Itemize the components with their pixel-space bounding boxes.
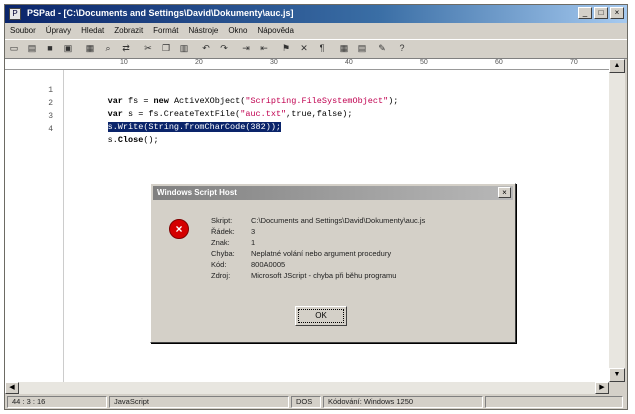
status-syntax: JavaScript — [109, 396, 289, 408]
scroll-left-icon[interactable]: ◀ — [5, 382, 19, 394]
dialog-title: Windows Script Host — [157, 188, 237, 197]
status-position: 44 : 3 : 16 — [7, 396, 107, 408]
saveall-icon[interactable]: ▣ — [63, 43, 73, 53]
menu-napoveda[interactable]: Nápověda — [252, 24, 298, 38]
cut-icon[interactable]: ✂ — [143, 43, 153, 53]
field-label: Znak: — [211, 238, 230, 247]
horizontal-scrollbar[interactable]: ◀ ▶ — [5, 382, 609, 394]
ruler-mark: 70 — [570, 59, 578, 66]
indent-icon[interactable]: ⇥ — [241, 43, 251, 53]
code-token: s. — [107, 135, 118, 145]
field-value: 3 — [251, 227, 256, 236]
copy-icon[interactable]: ❐ — [161, 43, 171, 53]
field-label: Skript: — [211, 216, 233, 225]
save-icon[interactable]: ■ — [45, 43, 55, 53]
delete-icon[interactable]: ✕ — [299, 43, 309, 53]
vertical-scrollbar[interactable]: ▲ ▼ — [609, 59, 625, 382]
settings-icon[interactable]: ▦ — [339, 43, 349, 53]
help-icon[interactable]: ? — [397, 43, 407, 53]
field-value: C:\Documents and Settings\David\Dokument… — [251, 216, 426, 225]
scroll-right-icon[interactable]: ▶ — [595, 382, 609, 394]
code-line-4[interactable]: s.Close(); — [77, 125, 159, 155]
scroll-down-icon[interactable]: ▼ — [609, 368, 625, 382]
field-value: Microsoft JScript - chyba při běhu progr… — [251, 271, 397, 280]
field-label: Chyba: — [211, 249, 235, 258]
tag-icon[interactable]: ▤ — [357, 43, 367, 53]
status-extra — [485, 396, 623, 408]
line-number: 1 — [48, 86, 53, 95]
ruler-mark: 30 — [270, 59, 278, 66]
ruler-mark: 60 — [495, 59, 503, 66]
dialog-title-bar[interactable]: Windows Script Host × — [153, 186, 513, 200]
menu-okno[interactable]: Okno — [223, 24, 252, 38]
error-icon: × — [169, 219, 189, 239]
dialog-close-button[interactable]: × — [498, 187, 511, 198]
line-number: 4 — [48, 125, 53, 134]
status-line-end: DOS — [291, 396, 321, 408]
error-dialog: Windows Script Host × × Skript: C:\Docum… — [150, 183, 516, 343]
close-button[interactable]: × — [610, 7, 624, 19]
ruler: 10 20 30 40 50 60 70 — [5, 59, 609, 70]
code-token: ); — [388, 96, 399, 106]
field-value: 800A0005 — [251, 260, 286, 269]
outdent-icon[interactable]: ⇤ — [259, 43, 269, 53]
status-encoding: Kódování: Windows 1250 — [323, 396, 483, 408]
ok-button[interactable]: OK — [295, 306, 347, 326]
ruler-mark: 10 — [120, 59, 128, 66]
maximize-button[interactable]: □ — [594, 7, 608, 19]
undo-icon[interactable]: ↶ — [201, 43, 211, 53]
paste-icon[interactable]: ▥ — [179, 43, 189, 53]
code-token: (); — [143, 135, 159, 145]
paint-icon[interactable]: ✎ — [377, 43, 387, 53]
ruler-mark: 20 — [195, 59, 203, 66]
window-title: PSPad - [C:\Documents and Settings\David… — [27, 8, 294, 18]
menu-bar: Soubor Úpravy Hledat Zobrazit Formát Nás… — [5, 24, 627, 38]
field-label: Zdroj: — [211, 271, 231, 280]
status-bar: 44 : 3 : 16 JavaScript DOS Kódování: Win… — [5, 395, 627, 409]
field-value: Neplatné volání nebo argument procedury — [251, 249, 392, 258]
line-number: 3 — [48, 112, 53, 121]
field-value: 1 — [251, 238, 256, 247]
menu-zobrazit[interactable]: Zobrazit — [109, 24, 148, 38]
field-label: Řádek: — [211, 227, 235, 236]
ruler-mark: 40 — [345, 59, 353, 66]
scroll-up-icon[interactable]: ▲ — [609, 59, 625, 73]
menu-soubor[interactable]: Soubor — [5, 24, 41, 38]
line-number: 2 — [48, 99, 53, 108]
redo-icon[interactable]: ↷ — [219, 43, 229, 53]
line-gutter: 1 2 3 4 — [5, 70, 64, 382]
find-icon[interactable]: ⌕ — [103, 43, 113, 53]
open-icon[interactable]: ▤ — [27, 43, 37, 53]
cut2-icon[interactable]: ¶ — [317, 43, 327, 53]
menu-nastroje[interactable]: Nástroje — [184, 24, 224, 38]
menu-format[interactable]: Formát — [148, 24, 183, 38]
app-icon[interactable]: P — [9, 8, 21, 20]
replace-icon[interactable]: ⇄ — [121, 43, 131, 53]
new-icon[interactable]: ▭ — [9, 43, 19, 53]
ruler-mark: 50 — [420, 59, 428, 66]
app-window: P PSPad - [C:\Documents and Settings\Dav… — [4, 4, 628, 410]
title-bar[interactable]: P PSPad - [C:\Documents and Settings\Dav… — [5, 5, 627, 23]
menu-hledat[interactable]: Hledat — [76, 24, 109, 38]
print-icon[interactable]: ▦ — [85, 43, 95, 53]
code-token: Close — [117, 135, 144, 145]
bookmark-icon[interactable]: ⚑ — [281, 43, 291, 53]
window-controls: _ □ × — [578, 7, 624, 19]
code-token: ,true,false); — [286, 109, 353, 119]
field-label: Kód: — [211, 260, 227, 269]
toolbar: ▭ ▤ ■ ▣ ▦ ⌕ ⇄ ✂ ❐ ▥ ↶ ↷ ⇥ ⇤ ⚑ ✕ ¶ ▦ ▤ ✎ … — [5, 39, 627, 59]
menu-upravy[interactable]: Úpravy — [41, 24, 76, 38]
minimize-button[interactable]: _ — [578, 7, 592, 19]
